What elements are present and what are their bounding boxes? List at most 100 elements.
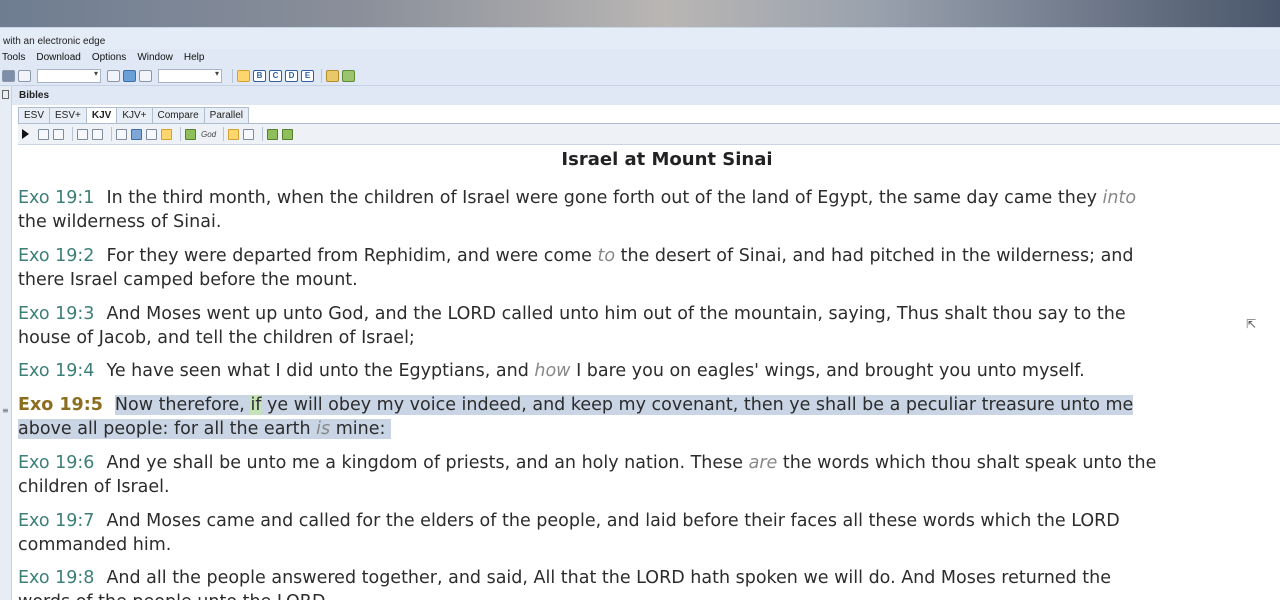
find-icon[interactable]: [77, 128, 88, 140]
verse-reference[interactable]: Exo 19:1: [18, 188, 94, 208]
pointer-icon[interactable]: [18, 69, 31, 82]
tab-kjv[interactable]: KJV: [85, 107, 118, 123]
search-combo[interactable]: [158, 68, 222, 83]
verse-text-line2: children of Israel.: [18, 477, 170, 497]
verse-text: Now therefore,: [114, 395, 251, 415]
verse-5-selected[interactable]: Exo 19:5 Now therefore, if ye will obey m…: [18, 393, 1280, 441]
forward-icon[interactable]: [139, 69, 152, 82]
verse-text-line2: house of Jacob, and tell the children of…: [18, 328, 415, 348]
menu-download[interactable]: Download: [36, 52, 80, 63]
menu-options[interactable]: Options: [92, 52, 126, 63]
menu-window[interactable]: Window: [137, 52, 173, 63]
verse-text: And Moses went up unto God, and the LORD…: [106, 304, 1126, 324]
verse-6[interactable]: Exo 19:6 And ye shall be unto me a kingdo…: [18, 451, 1280, 499]
verse-text-line2: commanded him.: [18, 535, 172, 555]
mouse-cursor-icon: ⇱: [1246, 317, 1257, 331]
menu-help[interactable]: Help: [184, 52, 205, 63]
verse-reference[interactable]: Exo 19:5: [18, 395, 103, 415]
verse-8[interactable]: Exo 19:8 And all the people answered toge…: [18, 566, 1280, 600]
verse-1[interactable]: Exo 19:1 In the third month, when the chi…: [18, 186, 1280, 234]
panel-title: Bibles: [12, 86, 1280, 105]
verse-text: And Moses came and called for the elders…: [106, 511, 1120, 531]
toolbar-divider: [232, 68, 233, 83]
verse-italic-word: is: [316, 419, 331, 439]
menu-bar: Tools Download Options Window Help: [0, 49, 1280, 66]
previous-chapter-icon[interactable]: [267, 128, 279, 140]
dictionary-icon[interactable]: D: [285, 69, 298, 82]
bible-toolbar-divider-4: [223, 127, 225, 141]
verse-text-cont: ye will obey my voice indeed, and keep m…: [261, 395, 1134, 415]
menu-tools[interactable]: Tools: [2, 52, 25, 63]
bible-text-pane[interactable]: Israel at Mount Sinai Exo 19:1 In the thi…: [18, 145, 1280, 600]
bible-toolbar-divider-3: [180, 127, 181, 141]
verse-text-line2-cont: mine:: [330, 419, 386, 439]
verse-text-cont: I bare you on eagles' wings, and brought…: [570, 361, 1085, 381]
play-icon[interactable]: [22, 129, 29, 139]
list-icon[interactable]: [116, 128, 127, 140]
reference-combo[interactable]: [37, 68, 101, 83]
bible-view-icon[interactable]: [237, 69, 250, 82]
verse-reference[interactable]: Exo 19:8: [18, 568, 94, 588]
verse-reference[interactable]: Exo 19:3: [18, 304, 94, 324]
verse-reference[interactable]: Exo 19:7: [18, 511, 94, 531]
copy-icon[interactable]: [38, 128, 49, 140]
verse-4[interactable]: Exo 19:4 Ye have seen what I did unto the…: [18, 359, 1280, 383]
pin-icon[interactable]: [2, 90, 9, 99]
print-icon[interactable]: [53, 128, 64, 140]
notes-icon[interactable]: [146, 128, 157, 140]
bible-toolbar-divider-2: [111, 127, 112, 141]
verse-text: In the third month, when the children of…: [106, 188, 1103, 208]
zoom-icon[interactable]: [228, 128, 240, 140]
editor-icon[interactable]: E: [301, 69, 314, 82]
book-icon[interactable]: B: [253, 69, 266, 82]
tab-kjv-plus[interactable]: KJV+: [116, 107, 153, 123]
verse-reference[interactable]: Exo 19:6: [18, 453, 94, 473]
bookmark-icon[interactable]: [92, 128, 103, 140]
verse-italic-word: into: [1102, 188, 1137, 208]
next-chapter-icon[interactable]: [282, 128, 294, 140]
layout-icon[interactable]: [243, 128, 255, 140]
verse-2[interactable]: Exo 19:2 For they were departed from Reph…: [18, 244, 1280, 292]
verse-text: And all the people answered together, an…: [106, 568, 1111, 588]
verse-text-line2: above all people: for all the earth: [18, 419, 317, 439]
verse-text-line2: words of the people unto the LORD.: [18, 592, 331, 600]
commentary-icon[interactable]: C: [269, 69, 282, 82]
selected-text-line2: above all people: for all the earth is m…: [18, 419, 391, 439]
verse-reference[interactable]: Exo 19:2: [18, 246, 94, 266]
binoculars-icon[interactable]: [2, 69, 15, 82]
verse-text: For they were departed from Rephidim, an…: [106, 246, 598, 266]
highlight-icon[interactable]: [161, 128, 172, 140]
verse-7[interactable]: Exo 19:7 And Moses came and called for th…: [18, 509, 1280, 557]
verse-text-line2: there Israel camped before the mount.: [18, 270, 358, 290]
search-hit-word: if: [250, 395, 262, 415]
verse-text-cont: the words which thou shalt speak unto th…: [777, 453, 1157, 473]
verse-text: And ye shall be unto me a kingdom of pri…: [106, 453, 749, 473]
tab-compare[interactable]: Compare: [151, 107, 205, 123]
verse-3[interactable]: Exo 19:3 And Moses went up unto God, and …: [18, 302, 1280, 350]
verse-reference[interactable]: Exo 19:4: [18, 361, 94, 381]
bible-tabs: ESV ESV+ KJV KJV+ Compare Parallel: [18, 107, 250, 123]
go-icon[interactable]: [107, 69, 120, 82]
compare-icon[interactable]: [131, 128, 142, 140]
bible-toolbar-divider: [72, 127, 73, 141]
passage-heading: Israel at Mount Sinai: [561, 149, 773, 170]
tab-esv-plus[interactable]: ESV+: [49, 107, 87, 123]
verse-text-cont: the desert of Sinai, and had pitched in …: [615, 246, 1134, 266]
toolbar-divider-2: [321, 68, 322, 83]
verse-italic-word: are: [748, 453, 778, 473]
verse-italic-word: to: [597, 246, 616, 266]
image-icon[interactable]: [326, 69, 339, 82]
tab-esv[interactable]: ESV: [18, 107, 51, 123]
god-label[interactable]: God: [201, 130, 216, 139]
selected-text: Now therefore, if ye will obey my voice …: [114, 395, 1134, 415]
map-icon[interactable]: [342, 69, 355, 82]
verse-italic-word: how: [534, 361, 571, 381]
desktop-background: [0, 0, 1280, 27]
back-icon[interactable]: [123, 69, 136, 82]
left-dock-gutter: ≡: [0, 86, 12, 600]
verse-text: Ye have seen what I did unto the Egyptia…: [106, 361, 535, 381]
grip-icon[interactable]: ≡: [2, 406, 9, 415]
strongs-icon[interactable]: [185, 128, 196, 140]
tab-parallel[interactable]: Parallel: [203, 107, 250, 123]
bible-toolbar-divider-5: [262, 127, 264, 141]
